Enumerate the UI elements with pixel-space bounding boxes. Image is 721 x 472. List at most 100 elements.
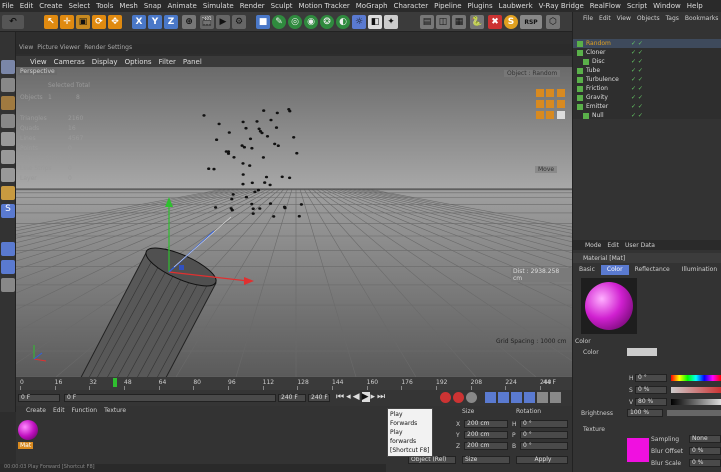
recent-tool-icon[interactable]: ✥	[108, 15, 122, 29]
rotation-field[interactable]: 0 °	[520, 431, 568, 439]
size-field[interactable]: 200 cm	[464, 420, 508, 428]
visibility-check-icon[interactable]: ✓ ✓	[631, 67, 643, 74]
realflow-icon[interactable]: ✖	[488, 15, 502, 29]
menu-mesh[interactable]: Mesh	[119, 2, 137, 10]
object-row[interactable]: Turbulence ✓ ✓	[573, 75, 721, 84]
menu-help[interactable]: Help	[687, 2, 703, 10]
render-picture-viewer-icon[interactable]: ▶	[216, 15, 230, 29]
visibility-check-icon[interactable]: ✓ ✓	[631, 49, 643, 56]
menu-character[interactable]: Character	[394, 2, 429, 10]
om-menu-edit[interactable]: Edit	[599, 15, 611, 22]
live-selection-icon[interactable]: ↖	[44, 15, 58, 29]
om-menu-objects[interactable]: Objects	[637, 15, 660, 22]
menu-pipeline[interactable]: Pipeline	[434, 2, 461, 10]
attr-menu-edit[interactable]: Edit	[607, 242, 619, 249]
menu-file[interactable]: File	[2, 2, 14, 10]
blur-offset-field[interactable]: 0 %	[689, 447, 721, 455]
material-menu-function[interactable]: Function	[72, 407, 98, 414]
vray-icon[interactable]: ⬡	[546, 15, 560, 29]
move-tool-icon[interactable]: ✛	[60, 15, 74, 29]
snap-toggle-icon[interactable]: S	[1, 204, 15, 218]
color-swatch[interactable]	[627, 348, 657, 356]
workplane-icon[interactable]: ▤	[420, 15, 434, 29]
attr-menu-user-data[interactable]: User Data	[625, 242, 655, 249]
go-to-end-icon[interactable]: ⏭	[377, 392, 387, 402]
sampling-select[interactable]: None	[689, 435, 721, 443]
viewport-menu-filter[interactable]: Filter	[159, 58, 176, 66]
start-frame-field[interactable]: 0 F	[18, 394, 60, 402]
autokey-icon[interactable]	[453, 392, 464, 403]
attr-tab-color[interactable]: Color	[600, 265, 629, 275]
saturation-slider[interactable]	[671, 387, 721, 393]
point-level-icon[interactable]	[537, 392, 548, 403]
object-row[interactable]: Gravity ✓ ✓	[573, 93, 721, 102]
menu-mograph[interactable]: MoGraph	[356, 2, 388, 10]
viewport-menu-display[interactable]: Display	[92, 58, 118, 66]
scene-icon[interactable]: ☼	[352, 15, 366, 29]
viewport-menu-view[interactable]: View	[30, 58, 47, 66]
points-mode-icon[interactable]	[1, 132, 15, 146]
menu-render[interactable]: Render	[240, 2, 265, 10]
visibility-check-icon[interactable]: ✓ ✓	[631, 58, 643, 65]
render-view-icon[interactable]: 🎬	[200, 15, 214, 29]
coordinate-system-icon[interactable]: ⊕	[182, 15, 196, 29]
object-row[interactable]: Random ✓ ✓	[573, 39, 721, 48]
axis-mode-icon[interactable]	[1, 186, 15, 200]
material-name[interactable]: Mat	[18, 442, 34, 449]
key-rotation-icon[interactable]	[498, 392, 509, 403]
object-row[interactable]: Cloner ✓ ✓	[573, 48, 721, 57]
material-menu-edit[interactable]: Edit	[53, 407, 65, 414]
material-menu-texture[interactable]: Texture	[104, 407, 126, 414]
generator-icon[interactable]: ◉	[304, 15, 318, 29]
z-axis-lock-button[interactable]: Z	[164, 15, 178, 29]
preview-range-slider[interactable]: 0 F	[64, 394, 276, 402]
rotation-field[interactable]: 0 °	[520, 442, 568, 450]
viewport-menu-options[interactable]: Options	[125, 58, 152, 66]
go-to-start-icon[interactable]: ⏮	[336, 392, 346, 402]
texture-mode-icon[interactable]	[1, 96, 15, 110]
key-param-icon[interactable]	[524, 392, 535, 403]
viewport-canvas[interactable]	[16, 67, 572, 377]
playhead[interactable]	[113, 378, 118, 387]
v-field[interactable]: 80 %	[635, 398, 667, 406]
menu-snap[interactable]: Snap	[144, 2, 162, 10]
menu-script[interactable]: Script	[627, 2, 647, 10]
model-mode-icon[interactable]	[1, 78, 15, 92]
apply-button[interactable]: Apply	[516, 456, 568, 464]
size-field[interactable]: 200 cm	[464, 442, 508, 450]
menu-edit[interactable]: Edit	[20, 2, 34, 10]
workplane-mode-icon[interactable]	[1, 114, 15, 128]
subdivision-icon[interactable]: ◎	[288, 15, 302, 29]
camera-icon[interactable]: ◧	[368, 15, 382, 29]
visibility-check-icon[interactable]: ✓ ✓	[631, 94, 643, 101]
play-back-icon[interactable]: ◀	[353, 392, 362, 402]
visibility-check-icon[interactable]: ✓ ✓	[631, 85, 643, 92]
render-settings-icon[interactable]: ⚙	[232, 15, 246, 29]
view-tab-view[interactable]: View	[19, 44, 33, 54]
menu-plugins[interactable]: Plugins	[468, 2, 493, 10]
menu-laubwerk[interactable]: Laubwerk	[499, 2, 533, 10]
rotate-tool-icon[interactable]: ⟳	[92, 15, 106, 29]
visibility-check-icon[interactable]: ✓ ✓	[631, 76, 643, 83]
deformer-icon[interactable]: ◐	[336, 15, 350, 29]
visibility-check-icon[interactable]: ✓ ✓	[631, 103, 643, 110]
snap-icon[interactable]: ◫	[436, 15, 450, 29]
timeline-ruler[interactable]: 0 16 32 48 64 80 96 112 128 144 160 176 192 208 224 240…	[16, 377, 572, 390]
preview-end-field[interactable]: 240 F	[308, 394, 330, 402]
y-axis-lock-button[interactable]: Y	[148, 15, 162, 29]
attr-tab-basic[interactable]: Basic	[573, 265, 601, 275]
viewport-3d[interactable]: Perspective Selected Total Objects 1 8 T…	[16, 67, 572, 377]
end-frame-field[interactable]: 240 F	[278, 394, 306, 402]
object-row[interactable]: Emitter ✓ ✓	[573, 102, 721, 111]
attr-tab-reflectance[interactable]: Reflectance	[629, 265, 676, 275]
size-mode-select[interactable]: Size	[462, 456, 510, 464]
grid-toggle-icon[interactable]	[1, 278, 15, 292]
view-tab-picture-viewer[interactable]: Picture Viewer	[37, 44, 80, 54]
polygons-mode-icon[interactable]	[1, 168, 15, 182]
om-menu-view[interactable]: View	[617, 15, 631, 22]
solo-icon[interactable]	[1, 242, 15, 256]
brightness-slider[interactable]	[667, 410, 721, 416]
menu-realflow[interactable]: RealFlow	[590, 2, 621, 10]
object-row[interactable]: Null ✓ ✓	[573, 111, 721, 120]
menu-motion-tracker[interactable]: Motion Tracker	[299, 2, 350, 10]
